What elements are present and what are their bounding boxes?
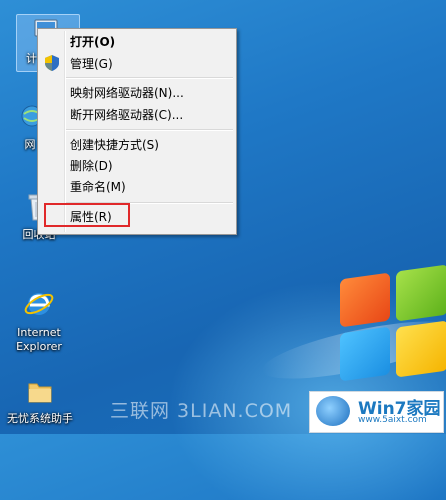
windows-logo [340,264,446,398]
watermark-badge: Win7家园 www.5aixt.com [309,391,444,433]
desktop-icon-folder[interactable]: 无忧系统助手 [2,378,78,426]
properties-highlight-box [44,203,130,227]
watermark-text: 三联网 3LIAN.COM [110,400,293,422]
menu-item-open[interactable]: 打开(O) [70,32,115,52]
menu-item-map-network-drive[interactable]: 映射网络驱动器(N)... [70,83,184,103]
desktop-icon-label: 无忧系统助手 [7,412,73,425]
menu-item-disconnect-network-drive[interactable]: 断开网络驱动器(C)... [70,105,183,125]
menu-item-create-shortcut[interactable]: 创建快捷方式(S) [70,135,159,155]
menu-item-delete[interactable]: 删除(D) [70,156,113,176]
desktop-icon-internet-explorer[interactable]: Internet Explorer [10,288,68,354]
menu-separator [66,129,233,131]
internet-explorer-icon [24,293,54,315]
uac-shield-icon [45,55,59,71]
watermark-badge-url: www.5aixt.com [358,415,427,425]
menu-item-manage[interactable]: 管理(G) [70,54,113,74]
folder-icon [28,383,52,403]
desktop-icon-label: Internet Explorer [16,326,62,353]
win7-orb-icon [316,396,350,426]
menu-separator [66,77,233,79]
menu-item-rename[interactable]: 重命名(M) [70,177,126,197]
